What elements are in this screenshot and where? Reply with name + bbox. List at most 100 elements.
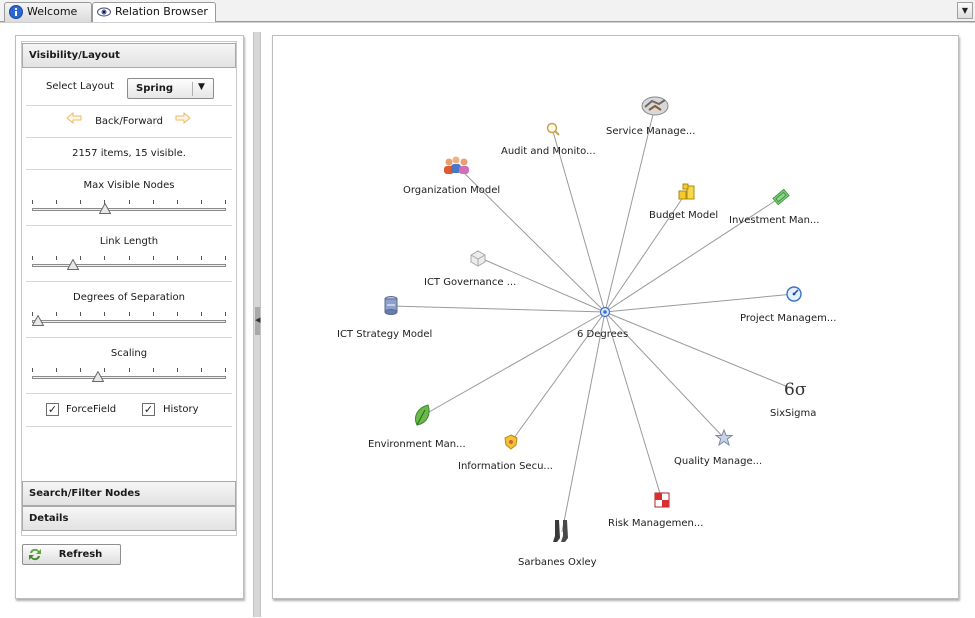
tab-relation-browser[interactable]: Relation Browser [92,2,216,23]
slider-tick [225,312,226,316]
max-visible-nodes-label: Max Visible Nodes [83,180,175,191]
collapse-arrow-icon: ◀ [255,316,261,324]
node-label-quality-management[interactable]: Quality Manage... [674,456,762,467]
slider-tick [129,256,130,260]
slider-track[interactable] [32,264,226,267]
slider-tick [153,368,154,372]
scaling-label: Scaling [110,348,148,359]
forcefield-checkbox[interactable]: ✓ [46,403,59,416]
link-length-slider[interactable] [32,256,226,270]
graph-edge-sarbanes-oxley [561,311,606,533]
control-panel: Visibility/Layout Select Layout Spring ▼… [15,35,244,599]
slider-thumb[interactable] [67,259,79,270]
node-label-6-degrees[interactable]: 6 Degrees [577,329,628,340]
tab-welcome[interactable]: Welcome [4,2,92,22]
node-label-investment-management[interactable]: Investment Man... [729,215,819,226]
tab-list-dropdown-button[interactable]: ▼ [957,2,973,19]
relation-graph-canvas[interactable]: 6σ 6 Degrees Service Manage... Audit and… [272,35,959,599]
refresh-icon [29,548,41,561]
node-label-ict-strategy-model[interactable]: ICT Strategy Model [337,329,432,340]
node-label-risk-management[interactable]: Risk Managemen... [608,518,703,529]
node-label-information-security[interactable]: Information Secu... [458,461,553,472]
degrees-of-separation-slider[interactable] [32,312,226,326]
graph-edge-project-management [604,293,795,313]
refresh-button[interactable]: Refresh [22,544,121,565]
info-icon [9,5,23,19]
slider-track[interactable] [32,208,226,211]
graph-edge-ict-strategy-model [390,305,606,313]
node-label-audit-monitoring[interactable]: Audit and Monito... [501,146,596,157]
slider-tick [201,368,202,372]
slider-tick [201,256,202,260]
eye-icon [97,7,111,17]
slider-tick [225,200,226,204]
slider-tick [80,200,81,204]
divider [26,137,232,138]
people-icon[interactable] [444,156,469,175]
slider-tick [225,256,226,260]
divider [26,105,232,106]
max-visible-nodes-slider[interactable] [32,200,226,214]
handshake-icon[interactable] [641,96,669,116]
slider-tick [129,200,130,204]
cubes-icon[interactable] [470,250,486,267]
shield-icon[interactable] [504,434,518,450]
slider-thumb[interactable] [99,203,111,214]
panel-splitter[interactable]: ◀ [253,32,261,617]
back-forward-row: Back/Forward [22,112,236,132]
slider-tick [56,368,57,372]
sixsigma-icon[interactable]: 6σ [784,380,807,400]
search-filter-nodes-header[interactable]: Search/Filter Nodes [22,481,236,506]
slider-track[interactable] [32,376,226,379]
tab-welcome-label: Welcome [27,5,78,18]
node-label-environment-management[interactable]: Environment Man... [368,439,466,450]
hub-icon[interactable] [599,306,611,318]
slider-tick [177,256,178,260]
node-label-sarbanes-oxley[interactable]: Sarbanes Oxley [518,557,597,568]
checker-icon[interactable] [654,492,670,508]
details-header[interactable]: Details [22,506,236,531]
slider-tick [201,200,202,204]
control-panel-inner: Visibility/Layout Select Layout Spring ▼… [21,41,237,536]
slider-tick [129,312,130,316]
leaf-icon[interactable] [414,404,430,426]
back-forward-label: Back/Forward [95,116,163,127]
degrees-of-separation-label: Degrees of Separation [73,292,185,303]
node-label-budget-model[interactable]: Budget Model [649,210,718,221]
boots-icon[interactable] [553,520,568,542]
node-label-organization-model[interactable]: Organization Model [403,185,500,196]
layout-select-value: Spring [136,83,173,94]
slider-tick [80,368,81,372]
scaling-slider[interactable] [32,368,226,382]
slider-thumb[interactable] [32,315,44,326]
svg-text:6σ: 6σ [784,380,807,400]
relation-graph-svg[interactable]: 6σ [273,36,958,598]
gauge-icon[interactable] [786,286,802,302]
slider-tick [153,312,154,316]
slider-tick [177,368,178,372]
layout-select[interactable]: Spring ▼ [127,78,214,99]
node-label-service-management[interactable]: Service Manage... [606,126,695,137]
node-label-sixsigma[interactable]: SixSigma [770,408,816,419]
slider-thumb[interactable] [92,371,104,382]
forcefield-label: ForceField [66,404,117,415]
forward-arrow-icon[interactable] [175,112,191,124]
slider-track[interactable] [32,320,226,323]
divider [26,337,232,338]
visibility-layout-header[interactable]: Visibility/Layout [22,43,236,68]
server-icon[interactable] [384,296,398,315]
refresh-button-label: Refresh [58,549,103,560]
history-checkbox[interactable]: ✓ [142,403,155,416]
graph-edge-environment-management [421,311,606,417]
slider-tick [80,256,81,260]
slider-tick [104,256,105,260]
money-icon[interactable] [772,188,790,206]
node-label-project-management[interactable]: Project Managem... [740,313,836,324]
node-label-ict-governance[interactable]: ICT Governance ... [424,277,516,288]
slider-tick [32,368,33,372]
coins-icon[interactable] [678,183,695,200]
collapse-handle[interactable]: ◀ [255,307,260,335]
slider-tick [104,368,105,372]
chevron-down-icon: ▼ [198,82,205,92]
slider-tick [177,200,178,204]
